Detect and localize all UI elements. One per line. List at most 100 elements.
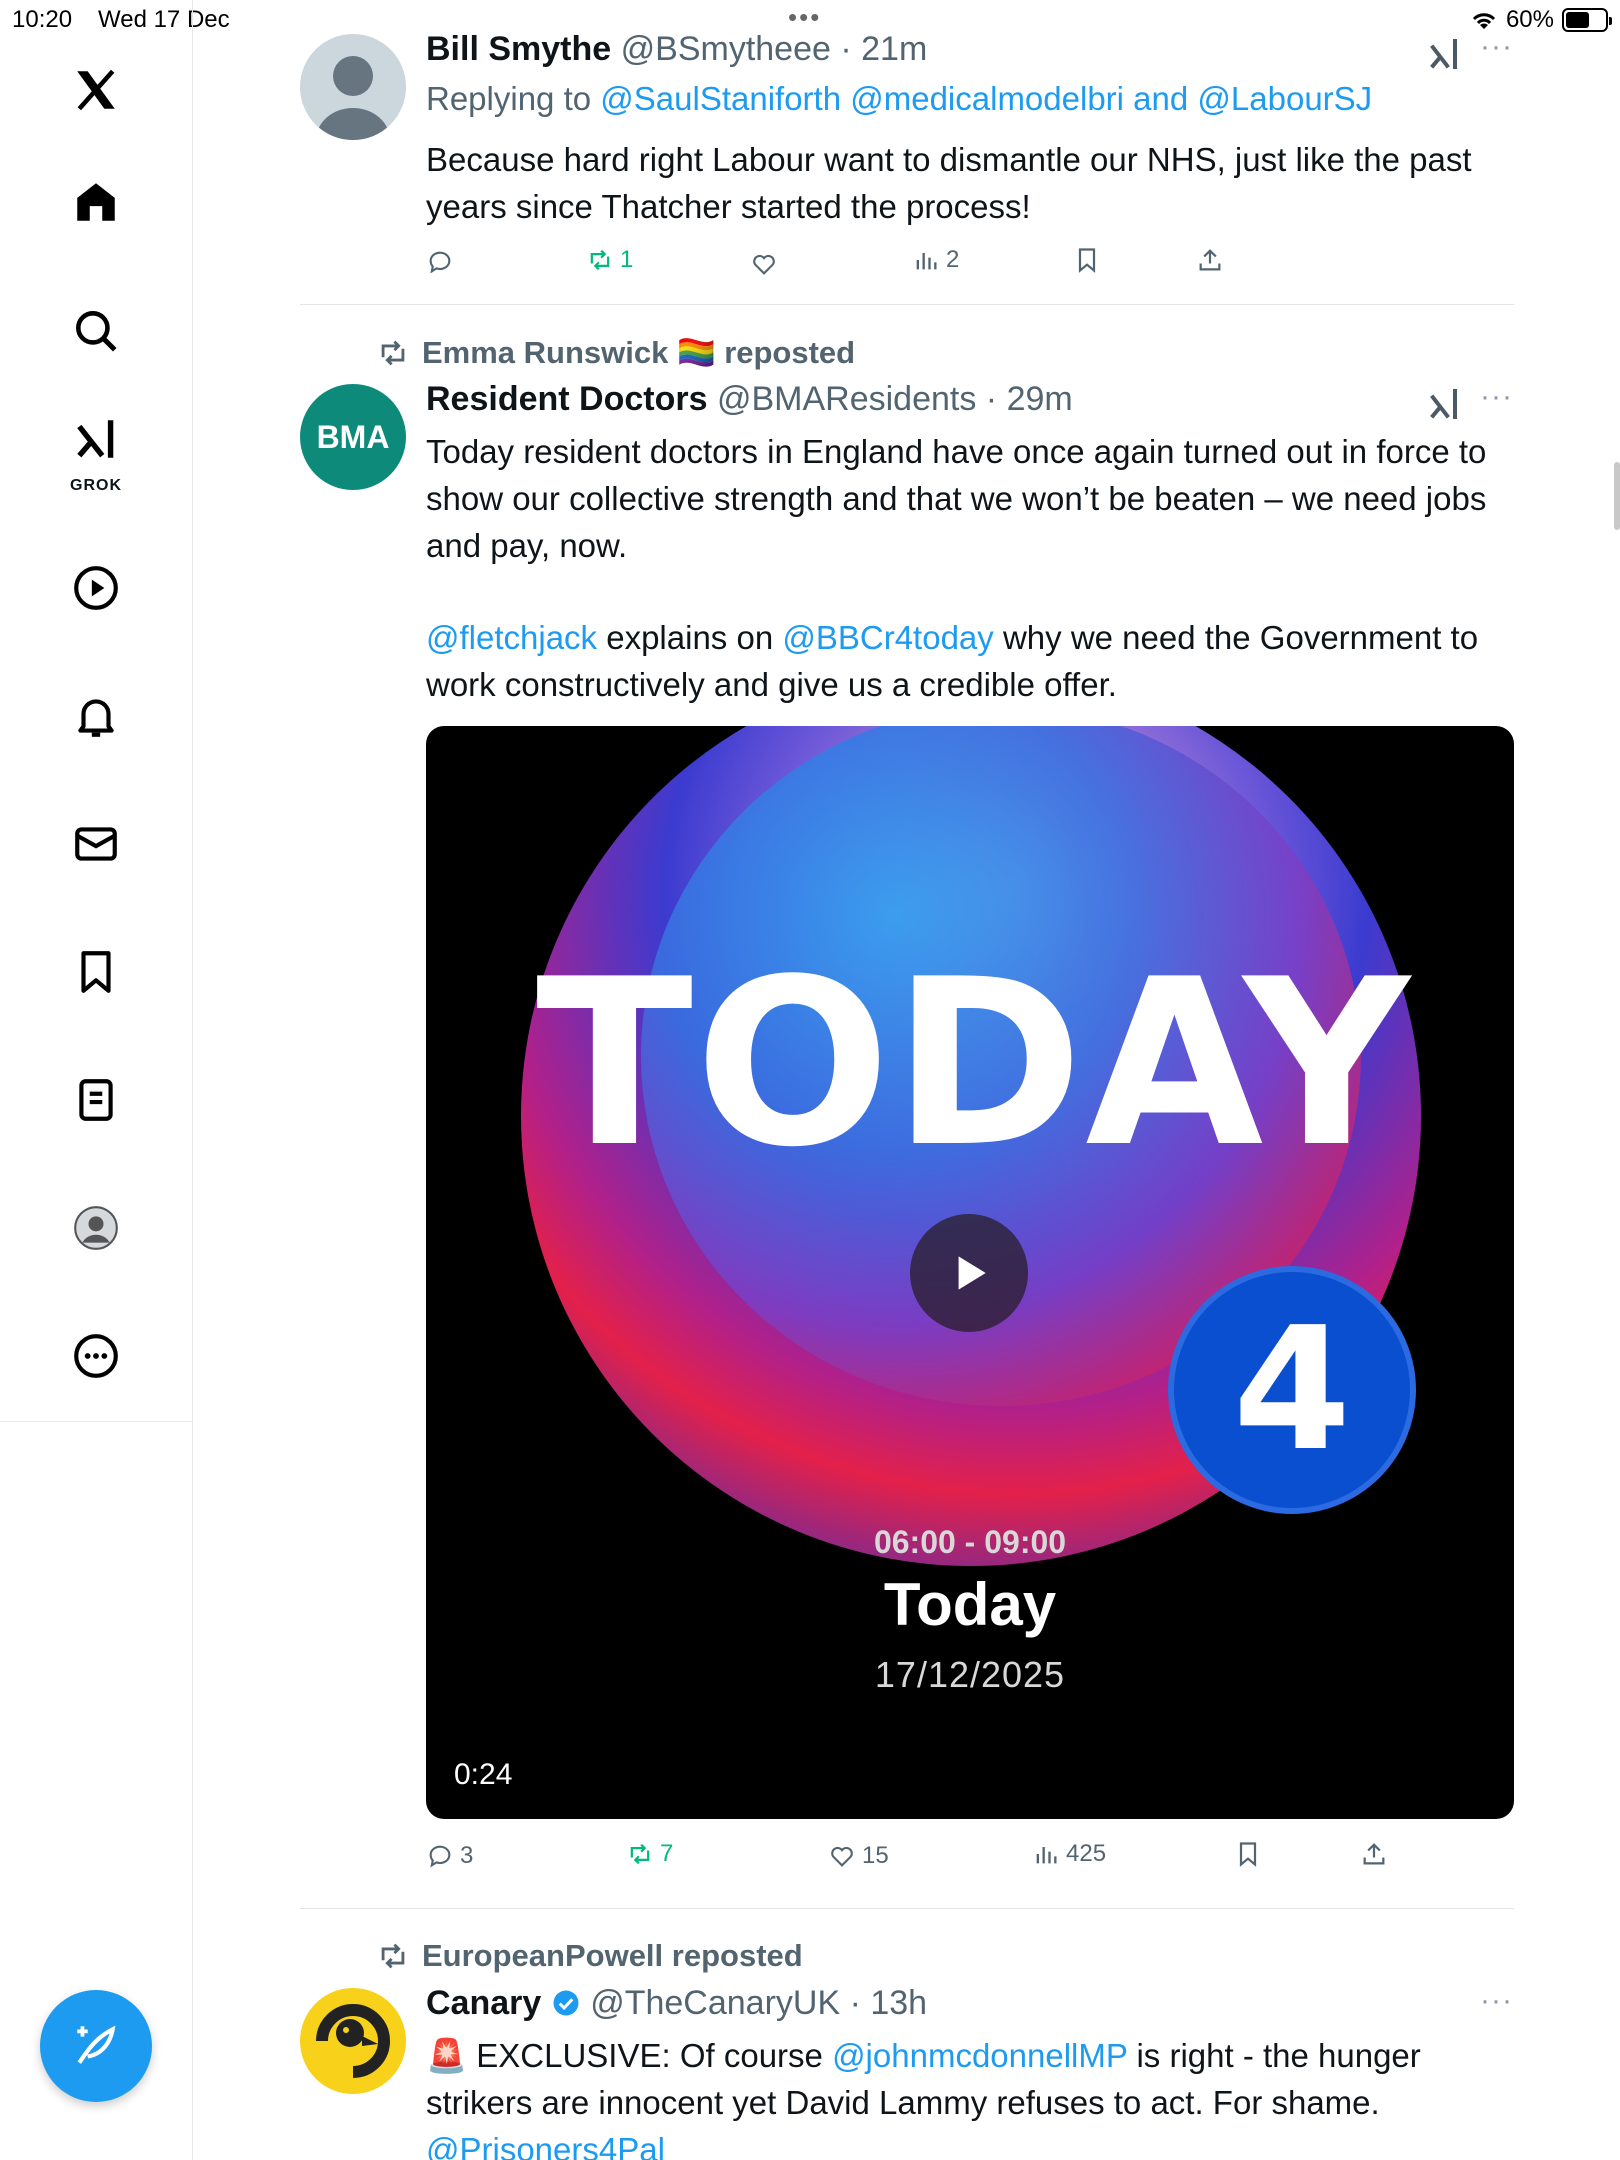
views-count: 425 <box>1066 1840 1107 1867</box>
bookmark-icon <box>1239 1842 1257 1867</box>
reposted-by[interactable]: Emma Runswick 🏳️‍🌈 reposted <box>422 334 855 371</box>
tweet-divider <box>300 304 1514 305</box>
tweet-text-continued: @fletchjack explains on @BBCr4today why … <box>426 614 1516 708</box>
like-button[interactable]: 15 <box>828 1842 889 1870</box>
avatar[interactable]: BMA <box>300 384 406 490</box>
reply-icon <box>429 251 451 274</box>
user-handle[interactable]: @TheCanaryUK <box>590 1984 840 2022</box>
views-icon <box>1036 1847 1057 1864</box>
tweet-time[interactable]: 13h <box>870 1984 927 2022</box>
more-options-icon[interactable]: ··· <box>1480 1984 1513 2018</box>
radio4-badge: 4 <box>1168 1266 1416 1514</box>
grok-explain-icon[interactable] <box>1425 384 1465 424</box>
tweet-header: Bill Smythe @BSmytheee · 21m <box>426 30 928 68</box>
mention-link[interactable]: @LabourSJ <box>1197 80 1372 117</box>
reply-button[interactable]: 3 <box>426 1842 473 1870</box>
repost-count: 7 <box>660 1840 674 1867</box>
mention-link[interactable]: @SaulStaniforth <box>600 80 841 117</box>
tweet-time[interactable]: 21m <box>861 30 927 68</box>
compose-post-button[interactable] <box>40 1990 152 2102</box>
like-count: 15 <box>862 1842 889 1869</box>
reply-button[interactable] <box>426 248 454 276</box>
replying-to: Replying to @SaulStaniforth @medicalmode… <box>426 80 1372 118</box>
repost-icon <box>630 1843 650 1865</box>
x-logo-icon[interactable] <box>48 42 144 138</box>
home-icon[interactable] <box>48 154 144 250</box>
canary-logo-icon <box>316 2004 390 2078</box>
search-icon[interactable] <box>48 283 144 379</box>
repost-indicator: EuropeanPowell reposted <box>376 1938 803 1974</box>
bookmarks-icon[interactable] <box>48 924 144 1020</box>
tweet-text-fragment: EXCLUSIVE: Of course <box>467 2037 833 2074</box>
avatar[interactable] <box>300 1988 406 2094</box>
notifications-icon[interactable] <box>48 668 144 764</box>
compose-feather-icon <box>77 2025 116 2064</box>
reply-icon <box>429 1845 451 1868</box>
video-title: Today <box>883 1571 1057 1638</box>
mention-link[interactable]: @Prisoners4Pal <box>426 2131 665 2160</box>
scrollbar[interactable] <box>1614 462 1620 530</box>
more-options-icon[interactable]: ··· <box>1480 30 1513 64</box>
avatar[interactable] <box>300 34 406 140</box>
radio4-number: 4 <box>1232 1291 1352 1489</box>
repost-button[interactable]: 1 <box>586 246 633 274</box>
avatar-label: BMA <box>316 418 390 455</box>
profile-icon[interactable] <box>48 1180 144 1276</box>
mention-link[interactable]: @fletchjack <box>426 619 597 656</box>
video-duration: 0:24 <box>454 1758 513 1791</box>
like-button[interactable] <box>750 250 778 278</box>
share-icon <box>1199 249 1221 271</box>
mention-link[interactable]: @BBCr4today <box>782 619 993 656</box>
views-icon <box>916 253 937 270</box>
views-button[interactable]: 425 <box>1032 1840 1106 1868</box>
display-name[interactable]: Bill Smythe <box>426 30 611 68</box>
share-button[interactable] <box>1360 1840 1388 1868</box>
more-options-icon[interactable]: ··· <box>1480 380 1513 414</box>
mention-link[interactable]: @medicalmodelbri <box>850 80 1124 117</box>
share-button[interactable] <box>1196 246 1224 274</box>
views-button[interactable]: 2 <box>912 246 959 274</box>
grok-explain-icon[interactable] <box>1425 34 1465 74</box>
tweet-time[interactable]: 29m <box>1007 380 1073 418</box>
multitask-dots-icon[interactable]: ••• <box>788 2 821 33</box>
tweet-header: Canary @TheCanaryUK · 13h <box>426 1984 928 2022</box>
user-handle[interactable]: @BSmytheee <box>621 30 831 68</box>
play-icon <box>958 1256 986 1290</box>
sidebar-divider <box>0 1421 193 1422</box>
lists-icon[interactable] <box>48 1052 144 1148</box>
video-icon[interactable] <box>48 540 144 636</box>
messages-icon[interactable] <box>48 796 144 892</box>
bookmark-button[interactable] <box>1073 246 1101 274</box>
bookmark-icon <box>1078 248 1096 273</box>
battery-icon <box>1562 8 1612 32</box>
tweet-text: Today resident doctors in England have o… <box>426 433 1487 564</box>
tweet-text: 🚨 EXCLUSIVE: Of course @johnmcdonnellMP … <box>426 2032 1516 2160</box>
repost-count: 1 <box>620 246 634 273</box>
video-time-slot: 06:00 - 09:00 <box>873 1524 1067 1560</box>
share-icon <box>1363 1843 1385 1865</box>
heart-icon <box>831 1846 853 1867</box>
repost-icon <box>590 249 610 271</box>
verified-badge-icon <box>553 1990 579 2016</box>
reposted-by[interactable]: EuropeanPowell reposted <box>422 1938 803 1974</box>
display-name[interactable]: Resident Doctors <box>426 380 708 418</box>
bookmark-button[interactable] <box>1234 1840 1262 1868</box>
tweet-divider <box>300 1908 1514 1909</box>
repost-indicator: Emma Runswick 🏳️‍🌈 reposted <box>376 334 855 371</box>
repost-button[interactable]: 7 <box>626 1840 673 1868</box>
display-name[interactable]: Canary <box>426 1984 541 2022</box>
play-button[interactable] <box>910 1214 1028 1332</box>
more-icon[interactable] <box>48 1308 144 1404</box>
mention-link[interactable]: @johnmcdonnellMP <box>832 2037 1127 2074</box>
tweet-text: Because hard right Labour want to disman… <box>426 141 1472 225</box>
user-handle[interactable]: @BMAResidents <box>717 380 976 418</box>
video-player[interactable]: TODAY 4 06:00 - 09:00 Today 17/12/2025 0… <box>426 726 1514 1819</box>
wifi-icon <box>1472 13 1496 29</box>
views-count: 2 <box>946 246 960 273</box>
heart-icon <box>753 254 775 275</box>
repost-icon <box>381 1943 405 1969</box>
tweet-text-fragment: explains on <box>597 619 783 656</box>
replying-prefix: Replying to <box>426 80 601 117</box>
sidebar: GROK <box>0 0 193 2160</box>
reply-count: 3 <box>460 1842 474 1869</box>
